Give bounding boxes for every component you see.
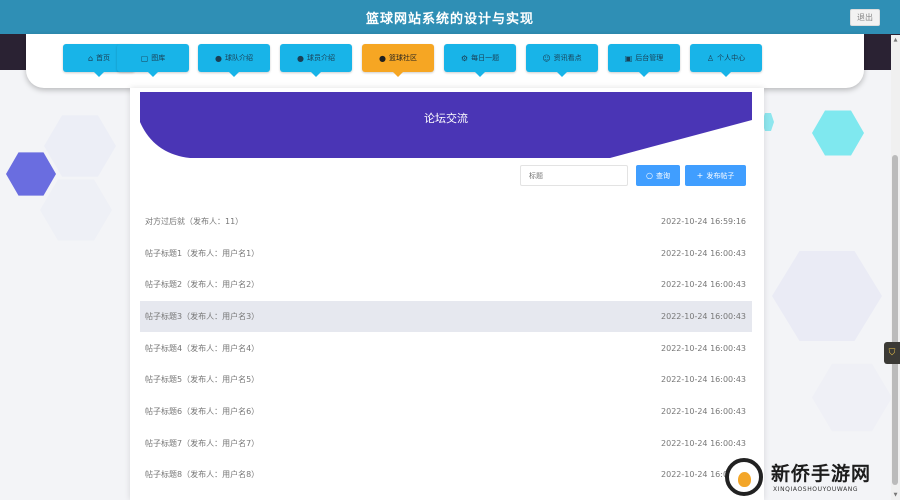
watermark-logo bbox=[725, 458, 763, 496]
nav-label: 后台管理 bbox=[635, 54, 664, 62]
post-row[interactable]: 帖子标题5（发布人：用户名5） 2022-10-24 16:00:43 bbox=[140, 364, 752, 395]
nav-label: 首页 bbox=[96, 54, 111, 62]
page-scrollbar[interactable]: ▲ ▼ bbox=[891, 35, 900, 500]
post-row[interactable]: 帖子标题2（发布人：用户名2） 2022-10-24 16:00:43 bbox=[140, 269, 752, 300]
background-hexagon bbox=[44, 115, 116, 177]
nav-gallery[interactable]: ▢ 图库 bbox=[117, 44, 189, 77]
admin-icon: ▣ bbox=[624, 53, 633, 63]
nav-profile[interactable]: ♙ 个人中心 bbox=[690, 44, 762, 77]
forum-title: 论坛交流 bbox=[424, 112, 468, 125]
home-icon: ⌂ bbox=[87, 53, 94, 63]
header-bar: 篮球网站系统的设计与实现 退出 bbox=[0, 0, 900, 34]
nav-label: 球员介绍 bbox=[306, 54, 335, 62]
post-time: 2022-10-24 16:00:43 bbox=[661, 407, 746, 416]
background-hexagon bbox=[812, 110, 864, 156]
title-search-input[interactable] bbox=[520, 165, 628, 186]
chat-icon: ☺ bbox=[542, 53, 551, 63]
scroll-up-icon[interactable]: ▲ bbox=[892, 37, 899, 43]
post-row[interactable]: 帖子标题3（发布人：用户名3） 2022-10-24 16:00:43 bbox=[140, 301, 752, 332]
image-icon: ▢ bbox=[140, 53, 149, 63]
post-row[interactable]: 帖子标题4（发布人：用户名4） 2022-10-24 16:00:43 bbox=[140, 333, 752, 364]
plus-icon: + bbox=[696, 171, 704, 180]
post-time: 2022-10-24 16:00:43 bbox=[661, 439, 746, 448]
nav-player-intro[interactable]: ● 球员介绍 bbox=[280, 44, 352, 77]
info-icon: ● bbox=[215, 53, 222, 63]
flame-icon bbox=[738, 472, 751, 487]
post-title: 帖子标题8（发布人：用户名8） bbox=[145, 470, 260, 479]
side-float-widget[interactable]: ⛉ bbox=[884, 342, 900, 364]
nav-label: 球队介绍 bbox=[224, 54, 253, 62]
background-hexagon bbox=[40, 179, 112, 241]
nav-label: 个人中心 bbox=[717, 54, 746, 62]
nav-daily-question[interactable]: ⚙ 每日一题 bbox=[444, 44, 516, 77]
post-title: 帖子标题6（发布人：用户名6） bbox=[145, 407, 260, 416]
nav-label: 资讯看点 bbox=[553, 54, 582, 62]
nav-news[interactable]: ☺ 资讯看点 bbox=[526, 44, 598, 77]
nav-label: 每日一题 bbox=[471, 54, 500, 62]
post-title: 帖子标题2（发布人：用户名2） bbox=[145, 280, 260, 289]
background-hexagon bbox=[772, 251, 882, 341]
query-label: 查询 bbox=[655, 171, 670, 180]
post-row[interactable]: 帖子标题6（发布人：用户名6） 2022-10-24 16:00:43 bbox=[140, 396, 752, 427]
gear-icon: ⚙ bbox=[460, 53, 469, 63]
info-icon: ● bbox=[379, 53, 386, 63]
info-icon: ● bbox=[297, 53, 304, 63]
post-title: 对方过后就（发布人：11） bbox=[145, 217, 244, 226]
background-hexagon bbox=[6, 152, 56, 196]
post-title: 帖子标题5（发布人：用户名5） bbox=[145, 375, 260, 384]
watermark-title: 新侨手游网 bbox=[771, 463, 872, 485]
post-title: 帖子标题4（发布人：用户名4） bbox=[145, 344, 260, 353]
site-title: 篮球网站系统的设计与实现 bbox=[365, 11, 534, 27]
post-row[interactable]: 帖子标题7（发布人：用户名7） 2022-10-24 16:00:43 bbox=[140, 428, 752, 459]
post-row[interactable]: 帖子标题8（发布人：用户名8） 2022-10-24 16:00:43 bbox=[140, 459, 752, 490]
nav-admin[interactable]: ▣ 后台管理 bbox=[608, 44, 680, 77]
post-time: 2022-10-24 16:00:43 bbox=[661, 375, 746, 384]
post-title: 帖子标题3（发布人：用户名3） bbox=[145, 312, 260, 321]
query-button[interactable]: ○ 查询 bbox=[636, 165, 680, 186]
nav-label: 图库 bbox=[151, 54, 166, 62]
background-hexagon bbox=[812, 363, 892, 432]
post-row[interactable]: 帖子标题1（发布人：用户名1） 2022-10-24 16:00:43 bbox=[140, 238, 752, 269]
nav-community[interactable]: ● 篮球社区 bbox=[362, 44, 434, 77]
post-title: 帖子标题1（发布人：用户名1） bbox=[145, 249, 260, 258]
main-nav: ⌂ 首页 ▢ 图库 ● 球队介绍 ● 球员介绍 ● 篮球社区 ⚙ 每日一题 ☺ … bbox=[26, 34, 864, 88]
user-icon: ♙ bbox=[706, 53, 715, 63]
nav-team-intro[interactable]: ● 球队介绍 bbox=[198, 44, 270, 77]
post-row[interactable]: 对方过后就（发布人：11） 2022-10-24 16:59:16 bbox=[140, 206, 752, 237]
shield-icon: ⛉ bbox=[888, 348, 896, 358]
publish-label: 发布帖子 bbox=[706, 171, 735, 180]
nav-label: 篮球社区 bbox=[388, 54, 417, 62]
post-time: 2022-10-24 16:00:43 bbox=[661, 249, 746, 258]
watermark: 新侨手游网 XINQIAOSHOUYOUWANG bbox=[725, 458, 895, 498]
search-icon: ○ bbox=[646, 171, 653, 180]
post-time: 2022-10-24 16:00:43 bbox=[661, 280, 746, 289]
scroll-thumb[interactable] bbox=[892, 155, 898, 485]
watermark-subtitle: XINQIAOSHOUYOUWANG bbox=[773, 486, 859, 493]
post-title: 帖子标题7（发布人：用户名7） bbox=[145, 439, 260, 448]
post-time: 2022-10-24 16:00:43 bbox=[661, 344, 746, 353]
logout-button[interactable]: 退出 bbox=[850, 9, 880, 26]
post-time: 2022-10-24 16:59:16 bbox=[661, 217, 746, 226]
publish-post-button[interactable]: + 发布帖子 bbox=[685, 165, 746, 186]
forum-panel: 论坛交流 ○ 查询 + 发布帖子 对方过后就（发布人：11） 2022-10-2… bbox=[130, 88, 764, 500]
post-time: 2022-10-24 16:00:43 bbox=[661, 312, 746, 321]
